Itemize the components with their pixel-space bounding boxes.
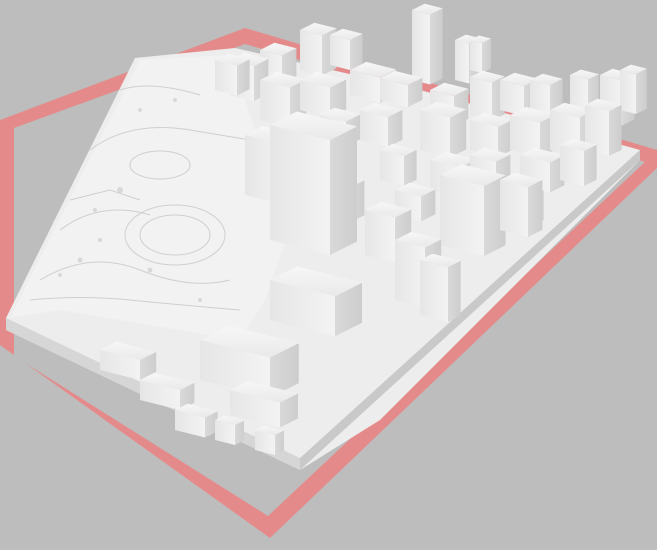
building-31 xyxy=(560,138,597,186)
building-5 xyxy=(330,28,363,70)
building-27 xyxy=(380,143,417,186)
building-12 xyxy=(470,70,505,121)
building-21 xyxy=(360,102,403,147)
building-40 xyxy=(500,172,543,237)
building-39 xyxy=(440,164,506,256)
3d-viewport[interactable] xyxy=(0,0,657,550)
building-17 xyxy=(620,64,647,114)
building-49 xyxy=(215,415,244,445)
building-50 xyxy=(255,425,284,455)
building-1 xyxy=(412,3,443,85)
city-model-scene[interactable] xyxy=(0,0,657,550)
building-22 xyxy=(420,101,467,158)
building-10 xyxy=(380,70,423,107)
building-37 xyxy=(270,111,357,255)
building-43 xyxy=(420,253,461,322)
building-8 xyxy=(215,53,250,96)
building-3 xyxy=(470,35,491,73)
